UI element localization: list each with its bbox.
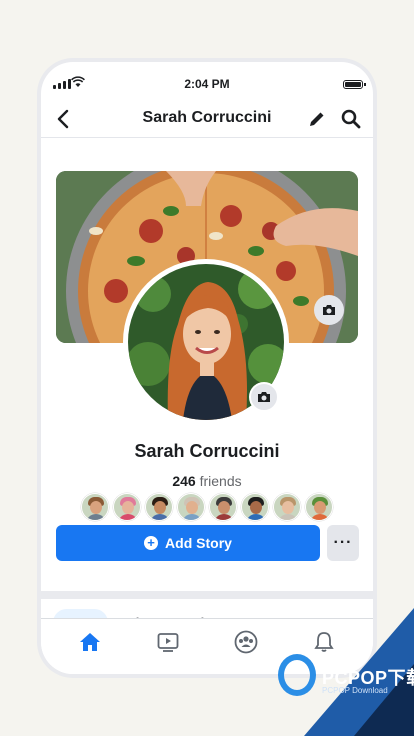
add-story-button[interactable]: + Add Story	[56, 525, 320, 561]
phone-frame: 2:04 PM Sarah Corruccini Sarah Corruccin…	[37, 58, 377, 678]
friends-count: 246	[172, 473, 196, 489]
friend-avatar[interactable]	[305, 493, 333, 521]
friend-avatar[interactable]	[177, 493, 205, 521]
friend-avatar[interactable]	[241, 493, 269, 521]
friend-avatar[interactable]	[145, 493, 173, 521]
top-nav-bar: Sarah Corruccini	[41, 102, 373, 138]
edit-button[interactable]	[305, 107, 329, 131]
profile-name: Sarah Corruccini	[134, 441, 280, 461]
status-bar: 2:04 PM	[41, 62, 373, 102]
watch-tab[interactable]	[148, 627, 188, 657]
more-options-button[interactable]: ···	[327, 525, 359, 561]
app-screen: 2:04 PM Sarah Corruccini Sarah Corruccin…	[41, 62, 373, 674]
home-icon	[80, 632, 100, 651]
profile-header-card: Sarah Corruccini 246 friends + Add Story…	[41, 139, 373, 591]
camera-icon	[258, 392, 270, 402]
friends-label: friends	[199, 473, 242, 489]
plus-icon: +	[144, 536, 159, 550]
pencil-icon	[310, 112, 324, 126]
watermark-subtext: PCPOP Download	[322, 686, 388, 695]
friends-avatar-row	[81, 493, 333, 521]
tab-about[interactable]: About	[116, 609, 174, 618]
profile-content[interactable]: Sarah Corruccini 246 friends + Add Story…	[41, 139, 373, 618]
home-tab[interactable]	[70, 627, 110, 657]
edit-profile-picture-button[interactable]	[249, 382, 279, 412]
tab-posts[interactable]: Posts	[53, 609, 109, 618]
friend-avatar[interactable]	[209, 493, 237, 521]
watermark: PCPOP下载 PCPOP Download	[234, 608, 414, 736]
profile-picture-frame	[123, 259, 289, 425]
friends-count-line[interactable]: 246 friends	[41, 473, 373, 489]
watermark-logo-icon	[278, 654, 316, 696]
friend-avatar[interactable]	[273, 493, 301, 521]
watch-icon	[157, 632, 179, 652]
battery-icon	[343, 80, 366, 89]
search-button[interactable]	[339, 107, 363, 131]
friend-avatar[interactable]	[81, 493, 109, 521]
search-icon	[341, 109, 361, 129]
edit-cover-photo-button[interactable]	[314, 295, 344, 325]
add-story-label: Add Story	[165, 535, 232, 551]
friend-avatar[interactable]	[113, 493, 141, 521]
camera-icon	[323, 305, 335, 315]
status-time: 2:04 PM	[184, 77, 230, 91]
